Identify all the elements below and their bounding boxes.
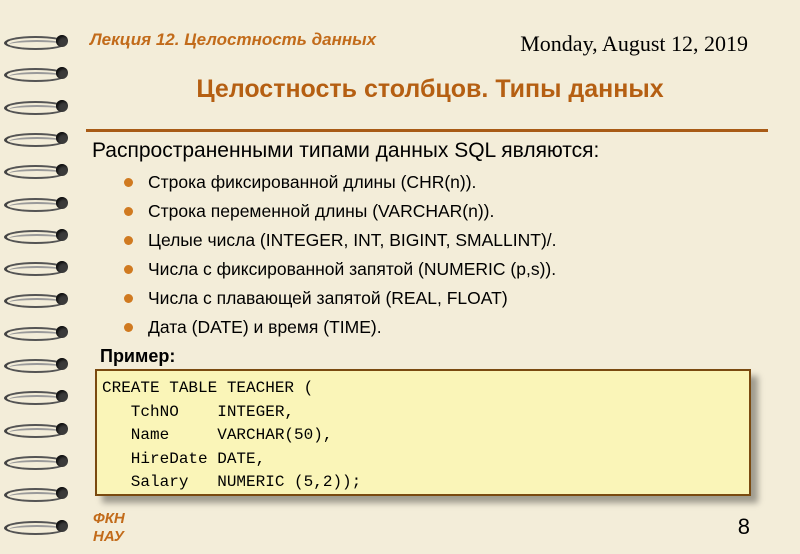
binding-ring — [4, 450, 74, 472]
spiral-binding — [0, 0, 80, 554]
binding-ring — [4, 192, 74, 214]
lecture-title: Лекция 12. Целостность данных — [90, 30, 377, 49]
binding-ring — [4, 62, 74, 84]
code-line: Salary NUMERIC (5,2)); — [102, 473, 362, 491]
code-line: HireDate DATE, — [102, 449, 266, 468]
binding-ring — [4, 353, 74, 375]
footer-faculty-line1: ФКН — [93, 510, 125, 527]
code-line: Name VARCHAR(50), — [102, 426, 333, 444]
binding-ring — [4, 385, 74, 407]
list-item-text: Целые числа (INTEGER, INT, BIGINT, SMALL… — [148, 230, 557, 250]
example-label: Пример: — [100, 346, 176, 366]
page-number: 8 — [737, 514, 750, 539]
list-item: Числа с фиксированной запятой (NUMERIC (… — [122, 255, 557, 284]
code-line: TchNO INTEGER, — [102, 402, 295, 421]
title-divider — [86, 129, 768, 132]
binding-ring — [4, 30, 74, 52]
binding-ring — [4, 321, 74, 343]
binding-ring — [4, 224, 74, 246]
list-item-text: Строка переменной длины (VARCHAR(n)). — [148, 201, 495, 221]
bullet-icon — [124, 323, 133, 332]
slide-date: Monday, August 12, 2019 — [520, 31, 748, 56]
data-types-list: Строка фиксированной длины (CHR(n)). Стр… — [122, 168, 557, 342]
binding-ring — [4, 95, 74, 117]
bullet-icon — [124, 294, 133, 303]
bullet-icon — [124, 178, 133, 187]
footer-faculty: ФКН НАУ — [93, 510, 153, 546]
bullet-icon — [124, 265, 133, 274]
list-item: Строка фиксированной длины (CHR(n)). — [122, 168, 557, 197]
code-line: CREATE TABLE TEACHER ( — [102, 379, 314, 397]
binding-ring — [4, 515, 74, 537]
list-item: Числа с плавающей запятой (REAL, FLOAT) — [122, 284, 557, 313]
binding-ring — [4, 159, 74, 181]
binding-ring — [4, 288, 74, 310]
list-item-text: Числа с плавающей запятой (REAL, FLOAT) — [148, 288, 508, 308]
intro-text: Распространенными типами данных SQL явля… — [92, 139, 600, 162]
bullet-icon — [124, 236, 133, 245]
list-item: Целые числа (INTEGER, INT, BIGINT, SMALL… — [122, 226, 557, 255]
slide: Лекция 12. Целостность данных Monday, Au… — [0, 0, 800, 554]
footer-faculty-line2: НАУ — [93, 528, 124, 545]
list-item-text: Строка фиксированной длины (CHR(n)). — [148, 172, 477, 192]
list-item: Строка переменной длины (VARCHAR(n)). — [122, 197, 557, 226]
list-item-text: Дата (DATE) и время (TIME). — [148, 317, 382, 337]
list-item: Дата (DATE) и время (TIME). — [122, 313, 557, 342]
binding-ring — [4, 482, 74, 504]
binding-ring — [4, 256, 74, 278]
sql-code-block: CREATE TABLE TEACHER ( TchNO INTEGER, Na… — [95, 369, 751, 496]
binding-ring — [4, 418, 74, 440]
bullet-icon — [124, 207, 133, 216]
slide-title: Целостность столбцов. Типы данных — [196, 75, 664, 103]
binding-ring — [4, 127, 74, 149]
list-item-text: Числа с фиксированной запятой (NUMERIC (… — [148, 259, 557, 279]
